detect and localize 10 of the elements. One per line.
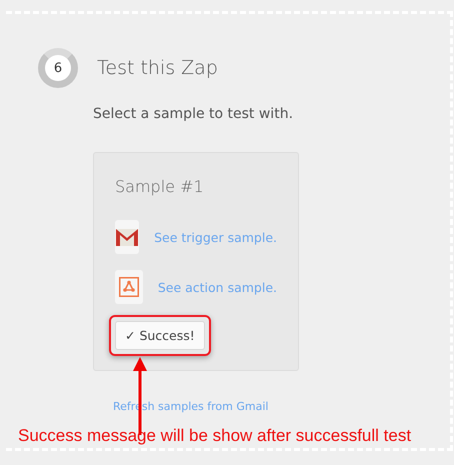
instruction-text: Select a sample to test with. [93,105,294,124]
envelope-icon [116,228,138,246]
step-number: 6 [38,48,78,88]
sample-title: Sample #1 [115,176,205,198]
sample-link[interactable]: See action sample. [158,280,277,294]
success-button[interactable]: ✓ Success! [115,321,205,350]
sample-link[interactable]: See trigger sample. [154,230,277,244]
annotation-text: Success message will be show after successfull test [18,426,412,446]
step-title: Test this Zap [97,57,218,79]
webhook-icon [118,277,139,297]
